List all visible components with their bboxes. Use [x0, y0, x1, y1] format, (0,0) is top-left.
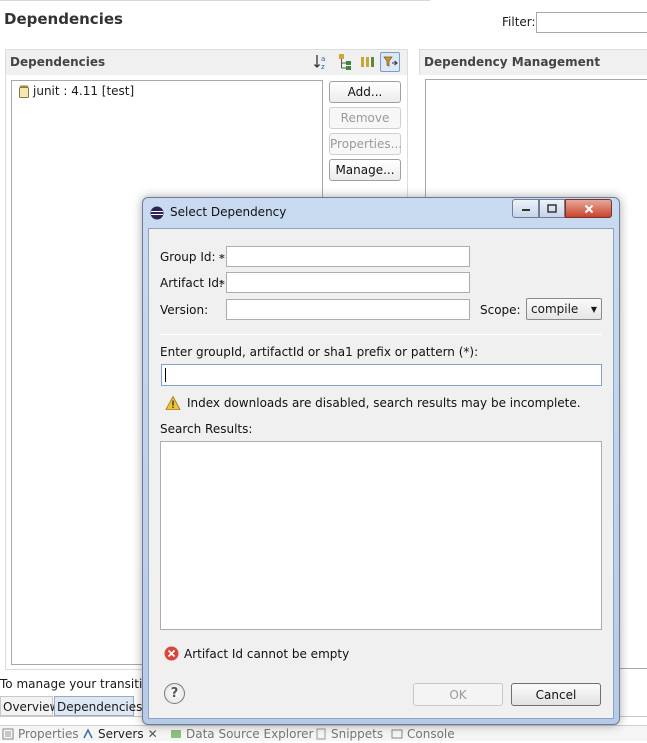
- minimize-button[interactable]: [512, 199, 539, 218]
- top-rule: [0, 0, 430, 1]
- artifact-id-label: Artifact Id:: [160, 276, 224, 290]
- list-item[interactable]: junit : 4.11 [test]: [19, 84, 134, 98]
- dropdown-arrow-icon: ▼: [590, 304, 597, 314]
- database-icon: [170, 728, 182, 740]
- view-tab-data-source-explorer[interactable]: Data Source Explorer: [170, 727, 313, 741]
- maximize-button[interactable]: [539, 199, 565, 218]
- required-marker: *: [219, 252, 225, 265]
- version-input[interactable]: [226, 299, 470, 320]
- artifact-id-input[interactable]: [226, 272, 470, 293]
- transitive-hint-text: To manage your transitive: [0, 677, 157, 691]
- group-id-label: Group Id:: [160, 250, 216, 264]
- search-results-label: Search Results:: [160, 422, 253, 436]
- minimize-icon: [521, 208, 530, 211]
- help-button[interactable]: ?: [164, 683, 185, 704]
- svg-text:z: z: [321, 63, 325, 71]
- view-tab-properties[interactable]: Properties: [2, 727, 79, 741]
- close-button[interactable]: [565, 199, 612, 218]
- eclipse-icon: [150, 206, 164, 220]
- search-results-list[interactable]: [160, 441, 602, 630]
- view-tab-label: Console: [407, 727, 455, 741]
- console-icon: [391, 728, 403, 740]
- maximize-icon: [547, 204, 557, 213]
- view-tab-servers[interactable]: Servers ✕: [82, 727, 158, 741]
- warning-icon: [165, 395, 181, 411]
- close-icon: [584, 204, 593, 213]
- required-marker: *: [219, 278, 225, 291]
- filter-label: Filter:: [502, 15, 536, 29]
- view-tab-console[interactable]: Console: [391, 727, 455, 741]
- help-icon: ?: [170, 686, 179, 701]
- warning-message: Index downloads are disabled, search res…: [187, 396, 581, 410]
- add-button[interactable]: Add...: [329, 81, 401, 103]
- filter-toggle-icon[interactable]: [380, 52, 400, 72]
- view-tab-snippets[interactable]: Snippets: [315, 727, 383, 741]
- page-title: Dependencies: [4, 10, 123, 28]
- error-icon: [164, 646, 179, 661]
- version-label: Version:: [160, 303, 209, 317]
- remove-button[interactable]: Remove: [329, 107, 401, 129]
- properties-button[interactable]: Properties...: [329, 133, 402, 155]
- jar-icon: [19, 85, 29, 98]
- ok-button[interactable]: OK: [413, 683, 503, 706]
- scope-select[interactable]: compile ▼: [526, 298, 602, 320]
- separator: [160, 334, 602, 335]
- columns-icon[interactable]: [358, 52, 378, 72]
- filter-input[interactable]: [536, 12, 647, 33]
- scope-label: Scope:: [480, 303, 521, 317]
- error-message: Artifact Id cannot be empty: [184, 647, 350, 661]
- tab-overview[interactable]: Overview: [0, 696, 60, 716]
- servers-icon: [82, 728, 94, 740]
- close-icon[interactable]: ✕: [148, 727, 158, 741]
- search-pattern-label: Enter groupId, artifactId or sha1 prefix…: [160, 345, 479, 359]
- snippets-icon: [315, 728, 327, 740]
- dialog-title: Select Dependency: [170, 205, 287, 219]
- dependency-label: junit : 4.11 [test]: [33, 84, 135, 98]
- tab-dependencies[interactable]: Dependencies: [54, 696, 142, 716]
- group-id-input[interactable]: [226, 246, 470, 267]
- text-caret: [165, 368, 166, 382]
- hierarchy-icon[interactable]: [335, 52, 355, 72]
- view-tab-label: Properties: [18, 727, 79, 741]
- search-pattern-input[interactable]: [161, 364, 602, 386]
- view-tab-label: Snippets: [331, 727, 384, 741]
- view-tab-label: Data Source Explorer: [186, 727, 314, 741]
- properties-icon: [2, 728, 14, 740]
- sort-alpha-icon[interactable]: az: [312, 52, 332, 72]
- manage-button[interactable]: Manage...: [329, 159, 401, 181]
- svg-text:a: a: [321, 55, 325, 63]
- dependency-management-title: Dependency Management: [419, 49, 647, 75]
- scope-value: compile: [531, 302, 579, 316]
- view-tab-label: Servers: [98, 727, 144, 741]
- cancel-button[interactable]: Cancel: [511, 683, 601, 706]
